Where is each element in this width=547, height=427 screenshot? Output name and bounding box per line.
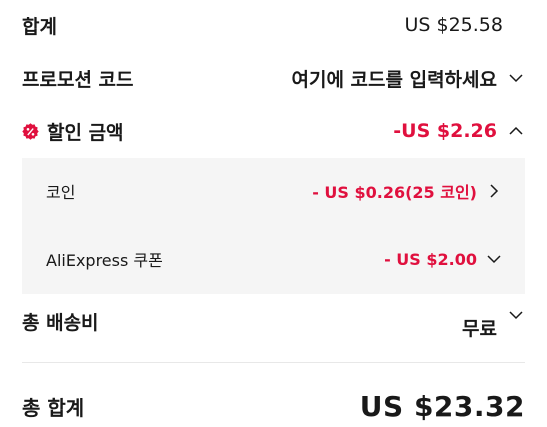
discount-toggle[interactable]: -US $2.26 [393,120,525,142]
promo-code-placeholder[interactable]: 여기에 코드를 입력하세요 [291,65,497,92]
discount-breakdown-panel: 코인 - US $0.26(25 코인) AliExpress 쿠폰 - US … [22,158,525,294]
subtotal-label: 합계 [22,15,57,38]
coupon-value: - US $2.00 [384,249,477,269]
chevron-up-icon[interactable] [509,124,523,138]
discount-value: -US $2.26 [393,120,497,142]
shipping-label: 총 배송비 [22,312,99,334]
coupon-row[interactable]: AliExpress 쿠폰 - US $2.00 [46,242,503,276]
chevron-down-icon[interactable] [487,252,501,266]
coin-detail-link[interactable]: - US $0.26(25 코인) [312,179,503,203]
promo-code-row[interactable]: 프로모션 코드 여기에 코드를 입력하세요 [22,61,525,95]
chevron-down-icon[interactable] [509,71,523,85]
discount-label-group: 할인 금액 [22,118,124,145]
coupon-label: AliExpress 쿠폰 [46,251,163,270]
discount-label: 할인 금액 [47,121,124,144]
shipping-value: 무료 [462,318,497,340]
divider [22,362,525,363]
chevron-right-icon[interactable] [487,184,501,198]
promo-code-toggle[interactable]: 여기에 코드를 입력하세요 [291,65,525,92]
promo-code-label: 프로모션 코드 [22,68,134,91]
percent-badge-icon [22,122,39,140]
total-label: 총 합계 [22,395,85,420]
coin-label: 코인 [46,183,76,202]
coin-row[interactable]: 코인 - US $0.26(25 코인) [46,174,503,208]
total-row: 총 합계 US $23.32 [22,386,525,426]
subtotal-value: US $25.58 [404,14,504,36]
chevron-down-icon[interactable] [509,308,523,322]
coupon-toggle[interactable]: - US $2.00 [384,250,503,269]
total-value: US $23.32 [359,389,525,423]
shipping-toggle[interactable]: 무료 [462,304,525,341]
discount-row[interactable]: 할인 금액 -US $2.26 [22,114,525,148]
subtotal-row: 합계 US $25.58 [22,8,525,42]
shipping-row[interactable]: 총 배송비 무료 [22,304,525,341]
coin-value: - US $0.26(25 코인) [312,183,477,202]
